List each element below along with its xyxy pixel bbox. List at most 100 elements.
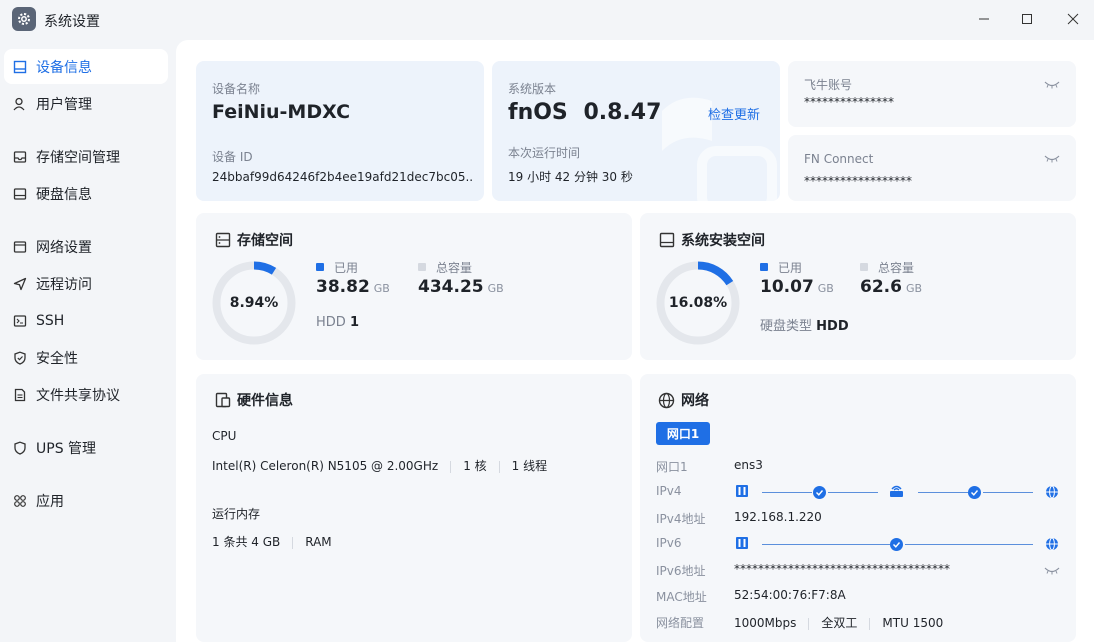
network-title-text: 网络 <box>681 393 709 409</box>
storage-used: 38.82 GB <box>316 277 390 297</box>
sidebar-item-network[interactable]: 网络设置 <box>4 229 168 264</box>
storage-used-value: 38.82 <box>316 277 370 297</box>
disk-count-value: 1 <box>349 315 359 330</box>
ups-icon <box>12 440 28 456</box>
sidebar-item-label: 用户管理 <box>36 96 92 113</box>
used-legend-swatch <box>316 263 324 271</box>
sidebar-item-label: UPS 管理 <box>36 440 97 457</box>
system-disk-title: 系统安装空间 <box>658 230 765 250</box>
os-version: 0.8.47 <box>583 100 662 125</box>
memory-size: 1 条共 4 GB <box>212 535 281 549</box>
storage-title: 存储空间 <box>214 230 293 250</box>
eye-closed-icon[interactable] <box>1044 566 1060 576</box>
system-version-label: 系统版本 <box>508 82 557 96</box>
shield-icon <box>12 350 28 366</box>
storage-icon <box>12 149 28 165</box>
system-disk-used-unit: GB <box>817 282 834 295</box>
ipv6-address-label: IPv6地址 <box>656 564 706 578</box>
sidebar-item-remote[interactable]: 远程访问 <box>4 266 168 301</box>
storage-total-value: 434.25 <box>418 277 484 297</box>
sidebar-item-security[interactable]: 安全性 <box>4 340 168 375</box>
eye-closed-icon[interactable] <box>1044 154 1060 164</box>
storage-disk-count: HDD 1 <box>316 315 359 330</box>
sidebar-item-file-share[interactable]: 文件共享协议 <box>4 377 168 412</box>
close-button[interactable] <box>1058 6 1088 32</box>
cpu-info-row: Intel(R) Celeron(R) N5105 @ 2.00GHz 1 核 1 … <box>212 457 547 474</box>
os-name: fnOS <box>508 100 568 125</box>
internet-globe-icon <box>1046 537 1058 551</box>
uptime-label: 本次运行时间 <box>508 146 581 160</box>
storage-total: 434.25 GB <box>418 277 504 297</box>
watermark-logo <box>662 97 777 201</box>
sidebar-item-apps[interactable]: 应用 <box>4 483 168 518</box>
device-id-label: 设备 ID <box>212 150 253 164</box>
ipv4-link-line <box>918 492 968 493</box>
file-share-icon <box>12 387 28 403</box>
cpu-threads: 1 线程 <box>511 459 548 473</box>
check-icon <box>890 538 903 551</box>
sidebar-item-label: 硬盘信息 <box>36 186 92 203</box>
total-label: 总容量 <box>436 261 473 275</box>
sidebar-item-storage[interactable]: 存储空间管理 <box>4 139 168 174</box>
sidebar-item-users[interactable]: 用户管理 <box>4 86 168 121</box>
remote-icon <box>12 276 28 292</box>
sidebar-item-label: 文件共享协议 <box>36 387 120 404</box>
mac-label: MAC地址 <box>656 590 707 604</box>
system-disk-percent: 16.08% <box>668 295 728 311</box>
system-version: fnOS 0.8.47 <box>508 100 661 125</box>
sidebar-item-disks[interactable]: 硬盘信息 <box>4 176 168 211</box>
port-label: 网口1 <box>656 460 688 474</box>
fn-connect-value: ****************** <box>804 174 912 188</box>
disk-icon <box>12 186 28 202</box>
network-title: 网络 <box>658 390 709 410</box>
ipv4-address-label: IPv4地址 <box>656 512 706 526</box>
cpu-label: CPU <box>212 429 237 443</box>
maximize-button[interactable] <box>1012 6 1042 32</box>
system-disk-used-value: 10.07 <box>760 277 814 297</box>
sidebar-item-ssh[interactable]: SSH <box>4 303 168 338</box>
link-speed: 1000Mbps <box>734 616 797 630</box>
hardware-title-text: 硬件信息 <box>237 393 293 409</box>
ipv6-link-line <box>905 544 1033 545</box>
sidebar: 设备信息 用户管理 存储空间管理 硬盘信息 网络设置 远程访问 SSH 安全性 … <box>0 40 176 642</box>
used-label: 已用 <box>334 261 359 275</box>
sidebar-item-ups[interactable]: UPS 管理 <box>4 430 168 465</box>
storage-used-unit: GB <box>373 282 390 295</box>
check-update-link[interactable]: 检查更新 <box>708 104 760 123</box>
eye-closed-icon[interactable] <box>1044 80 1060 90</box>
disk-type-value: HDD <box>816 319 849 334</box>
sidebar-item-label: SSH <box>36 312 65 329</box>
sidebar-item-label: 设备信息 <box>36 59 92 76</box>
total-legend-swatch <box>418 263 426 271</box>
ipv6-address: ************************************ <box>734 562 950 576</box>
router-icon <box>890 485 903 497</box>
network-port-tab[interactable]: 网口1 <box>656 422 710 445</box>
apps-icon <box>12 493 28 509</box>
system-disk-total-value: 62.6 <box>860 277 902 297</box>
device-name-label: 设备名称 <box>212 82 261 96</box>
disk-type: 硬盘类型 HDD <box>760 315 849 334</box>
title-bar: 系统设置 <box>0 0 1094 40</box>
ssh-icon <box>12 313 28 329</box>
mac-address: 52:54:00:76:F7:8A <box>734 588 846 602</box>
ipv6-link-line <box>762 544 890 545</box>
duplex-mode: 全双工 <box>821 616 858 630</box>
check-icon <box>968 486 981 499</box>
total-label: 总容量 <box>878 261 915 275</box>
sidebar-item-label: 远程访问 <box>36 276 92 293</box>
ipv4-link-line <box>983 492 1033 493</box>
storage-card: 存储空间 8.94% 已用 38.82 GB 总容量 434.25 GB HDD 1 <box>196 213 632 360</box>
system-disk-used: 10.07 GB <box>760 277 834 297</box>
fn-connect-card: FN Connect ****************** <box>788 135 1076 201</box>
sidebar-item-device-info[interactable]: 设备信息 <box>4 49 168 84</box>
ipv4-address: 192.168.1.220 <box>734 510 822 524</box>
disk-type-label: 硬盘类型 <box>760 319 813 334</box>
minimize-button[interactable] <box>969 6 999 32</box>
device-id: 24bbaf99d64246f2b4ee19afd21dec7bc05... <box>212 170 474 184</box>
ipv4-label: IPv4 <box>656 484 682 498</box>
device-info-icon <box>12 59 28 75</box>
nas-device-icon <box>736 485 748 497</box>
memory-label: 运行内存 <box>212 507 261 521</box>
sidebar-item-label: 应用 <box>36 493 64 510</box>
system-disk-total-unit: GB <box>905 282 923 295</box>
